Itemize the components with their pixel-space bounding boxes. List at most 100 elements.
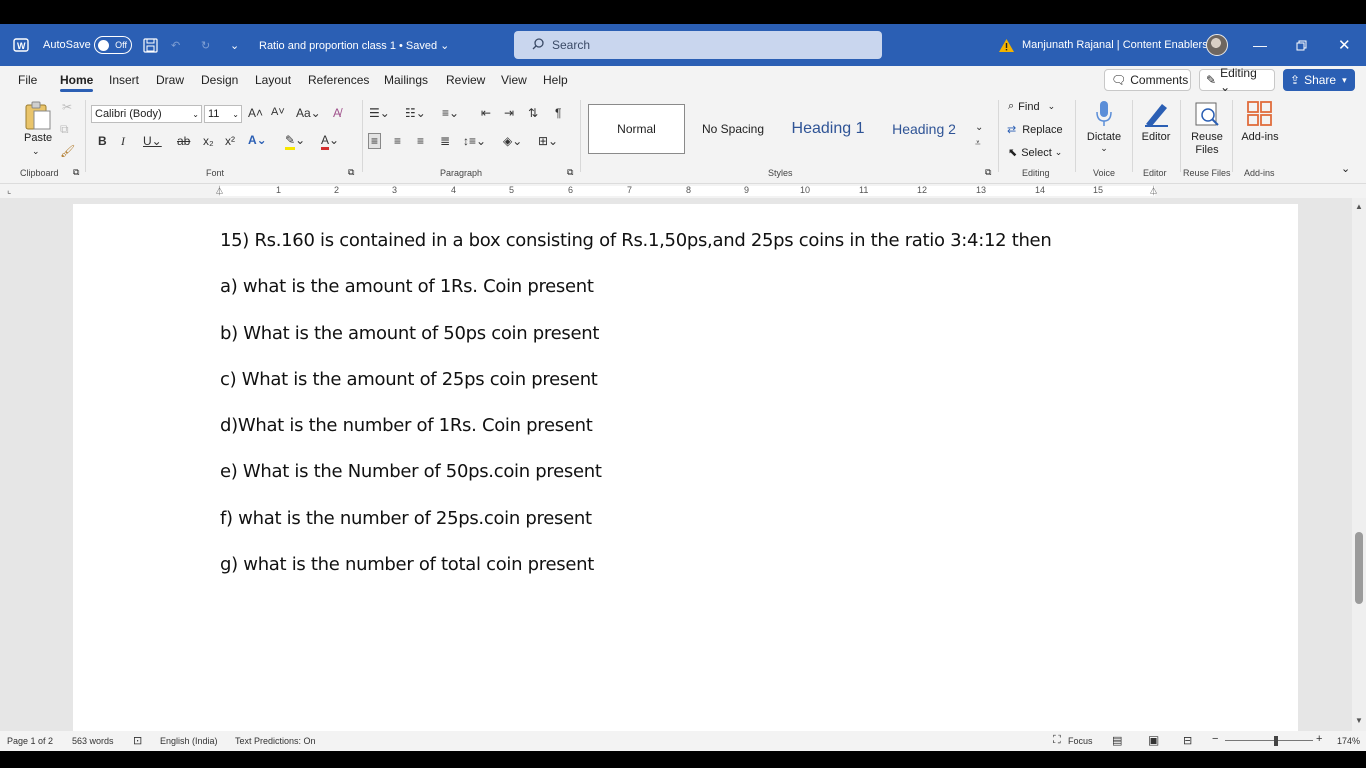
autosave-toggle[interactable]: Off: [94, 36, 132, 54]
find-button[interactable]: ⌕ Find ⌄: [1008, 100, 1055, 113]
document-line[interactable]: f) what is the number of 25ps.coin prese…: [220, 508, 592, 529]
styles-more-icon[interactable]: ⌄: [975, 122, 983, 133]
justify-icon[interactable]: ≣: [440, 134, 450, 148]
vertical-scrollbar[interactable]: ▲ ▼: [1352, 198, 1366, 731]
document-page[interactable]: 15) Rs.160 is contained in a box consist…: [73, 204, 1298, 731]
zoom-in-icon[interactable]: +: [1316, 733, 1322, 745]
tab-references[interactable]: References: [308, 73, 369, 87]
proofing-icon[interactable]: ⊡: [133, 734, 142, 747]
document-title[interactable]: Ratio and proportion class 1 • Saved ⌄: [259, 24, 449, 66]
align-left-icon[interactable]: ≡: [368, 133, 382, 149]
user-name[interactable]: Manjunath Rajanal | Content Enablers: [1022, 24, 1208, 66]
editor-button[interactable]: Editor: [1133, 100, 1179, 143]
document-line[interactable]: 15) Rs.160 is contained in a box consist…: [220, 230, 1052, 251]
document-canvas[interactable]: 15) Rs.160 is contained in a box consist…: [0, 198, 1366, 731]
styles-expand-icon[interactable]: ⩡: [975, 138, 981, 149]
shading-icon[interactable]: ◈⌄: [503, 134, 522, 148]
borders-icon[interactable]: ⊞⌄: [538, 134, 558, 148]
right-indent-marker-icon[interactable]: ⏃: [1149, 184, 1158, 197]
change-case-icon[interactable]: Aa⌄: [296, 106, 321, 120]
superscript-icon[interactable]: x²: [225, 134, 235, 148]
font-size-select[interactable]: 11 ⌄: [204, 105, 242, 123]
zoom-level[interactable]: 174%: [1337, 736, 1360, 746]
document-line[interactable]: d)What is the number of 1Rs. Coin presen…: [220, 415, 593, 436]
replace-button[interactable]: ⇄ Replace: [1007, 123, 1063, 137]
search-input[interactable]: Search: [514, 31, 882, 59]
tab-selector-icon[interactable]: ⌞: [7, 185, 11, 196]
warning-icon[interactable]: [999, 24, 1014, 66]
bullets-icon[interactable]: ☰⌄: [369, 106, 390, 120]
font-launcher-icon[interactable]: ⧉: [348, 167, 354, 178]
tab-help[interactable]: Help: [543, 73, 568, 87]
dictate-button[interactable]: Dictate ⌄: [1081, 100, 1127, 154]
language-indicator[interactable]: English (India): [160, 736, 218, 746]
focus-label[interactable]: Focus: [1068, 736, 1093, 746]
underline-icon[interactable]: U⌄: [143, 134, 162, 148]
scroll-thumb[interactable]: [1355, 532, 1363, 604]
restore-icon[interactable]: [1296, 24, 1307, 66]
customize-toolbar-icon[interactable]: ⌄: [230, 24, 239, 66]
line-spacing-icon[interactable]: ↕≡⌄: [463, 134, 486, 148]
tab-mailings[interactable]: Mailings: [384, 73, 428, 87]
page-count[interactable]: Page 1 of 2: [7, 736, 53, 746]
subscript-icon[interactable]: x₂: [203, 134, 214, 148]
zoom-out-icon[interactable]: −: [1212, 733, 1218, 745]
styles-launcher-icon[interactable]: ⧉: [985, 167, 991, 178]
tab-review[interactable]: Review: [446, 73, 485, 87]
font-color-icon[interactable]: A⌄: [321, 133, 339, 150]
word-count[interactable]: 563 words: [72, 736, 114, 746]
shrink-font-icon[interactable]: A˅: [271, 106, 285, 118]
style-no-spacing[interactable]: No Spacing: [690, 104, 776, 154]
paste-chevron-icon[interactable]: ⌄: [32, 146, 40, 157]
copy-icon[interactable]: ⧉: [60, 122, 69, 137]
indent-marker-icon[interactable]: ⏃: [215, 184, 224, 197]
comments-button[interactable]: 🗨 Comments: [1104, 69, 1191, 91]
cut-icon[interactable]: ✂: [62, 100, 72, 114]
minimize-icon[interactable]: —: [1253, 24, 1267, 66]
close-icon[interactable]: ✕: [1338, 24, 1351, 66]
style-heading-2[interactable]: Heading 2: [884, 104, 964, 154]
tab-home[interactable]: Home: [60, 73, 94, 92]
collapse-ribbon-icon[interactable]: ⌄: [1341, 162, 1350, 175]
highlight-icon[interactable]: ✎⌄: [285, 133, 305, 150]
bold-icon[interactable]: B: [98, 134, 107, 148]
save-icon[interactable]: [143, 24, 158, 66]
print-layout-icon[interactable]: ▣: [1148, 733, 1159, 747]
align-right-icon[interactable]: ≡: [417, 134, 424, 148]
decrease-indent-icon[interactable]: ⇤: [481, 106, 491, 120]
text-predictions-status[interactable]: Text Predictions: On: [235, 736, 316, 746]
tab-design[interactable]: Design: [201, 73, 238, 87]
document-line[interactable]: c) What is the amount of 25ps coin prese…: [220, 369, 598, 390]
share-button[interactable]: ⇪ Share ▾: [1283, 69, 1355, 91]
numbering-icon[interactable]: ☷⌄: [405, 106, 426, 120]
web-layout-icon[interactable]: ⊟: [1183, 734, 1192, 747]
reuse-files-button[interactable]: Reuse Files: [1184, 100, 1230, 157]
tab-file[interactable]: File: [18, 73, 37, 87]
increase-indent-icon[interactable]: ⇥: [504, 106, 514, 120]
undo-icon[interactable]: ↶: [171, 24, 180, 66]
show-formatting-icon[interactable]: ¶: [555, 106, 561, 120]
tab-view[interactable]: View: [501, 73, 527, 87]
document-line[interactable]: g) what is the number of total coin pres…: [220, 554, 594, 575]
style-normal[interactable]: Normal: [588, 104, 685, 154]
scroll-up-icon[interactable]: ▲: [1355, 202, 1363, 211]
tab-insert[interactable]: Insert: [109, 73, 139, 87]
read-mode-icon[interactable]: ▤: [1112, 734, 1122, 747]
focus-icon[interactable]: ⛶: [1053, 734, 1061, 747]
italic-icon[interactable]: I: [121, 134, 125, 149]
document-line[interactable]: a) what is the amount of 1Rs. Coin prese…: [220, 276, 594, 297]
avatar[interactable]: [1206, 34, 1228, 56]
align-center-icon[interactable]: ≡: [394, 134, 401, 148]
scroll-down-icon[interactable]: ▼: [1355, 716, 1363, 725]
sort-icon[interactable]: ⇅: [528, 106, 538, 120]
zoom-slider[interactable]: [1225, 740, 1313, 741]
select-button[interactable]: ⬉ Select ⌄: [1008, 146, 1062, 160]
grow-font-icon[interactable]: A˄: [248, 106, 263, 120]
clear-formatting-icon[interactable]: A̸: [333, 106, 341, 120]
strikethrough-icon[interactable]: ab: [177, 134, 190, 148]
text-effects-icon[interactable]: A⌄: [248, 133, 267, 147]
paragraph-launcher-icon[interactable]: ⧉: [567, 167, 573, 178]
format-painter-icon[interactable]: 🖌: [60, 144, 75, 158]
paste-label[interactable]: Paste: [24, 132, 52, 144]
tab-layout[interactable]: Layout: [255, 73, 291, 87]
